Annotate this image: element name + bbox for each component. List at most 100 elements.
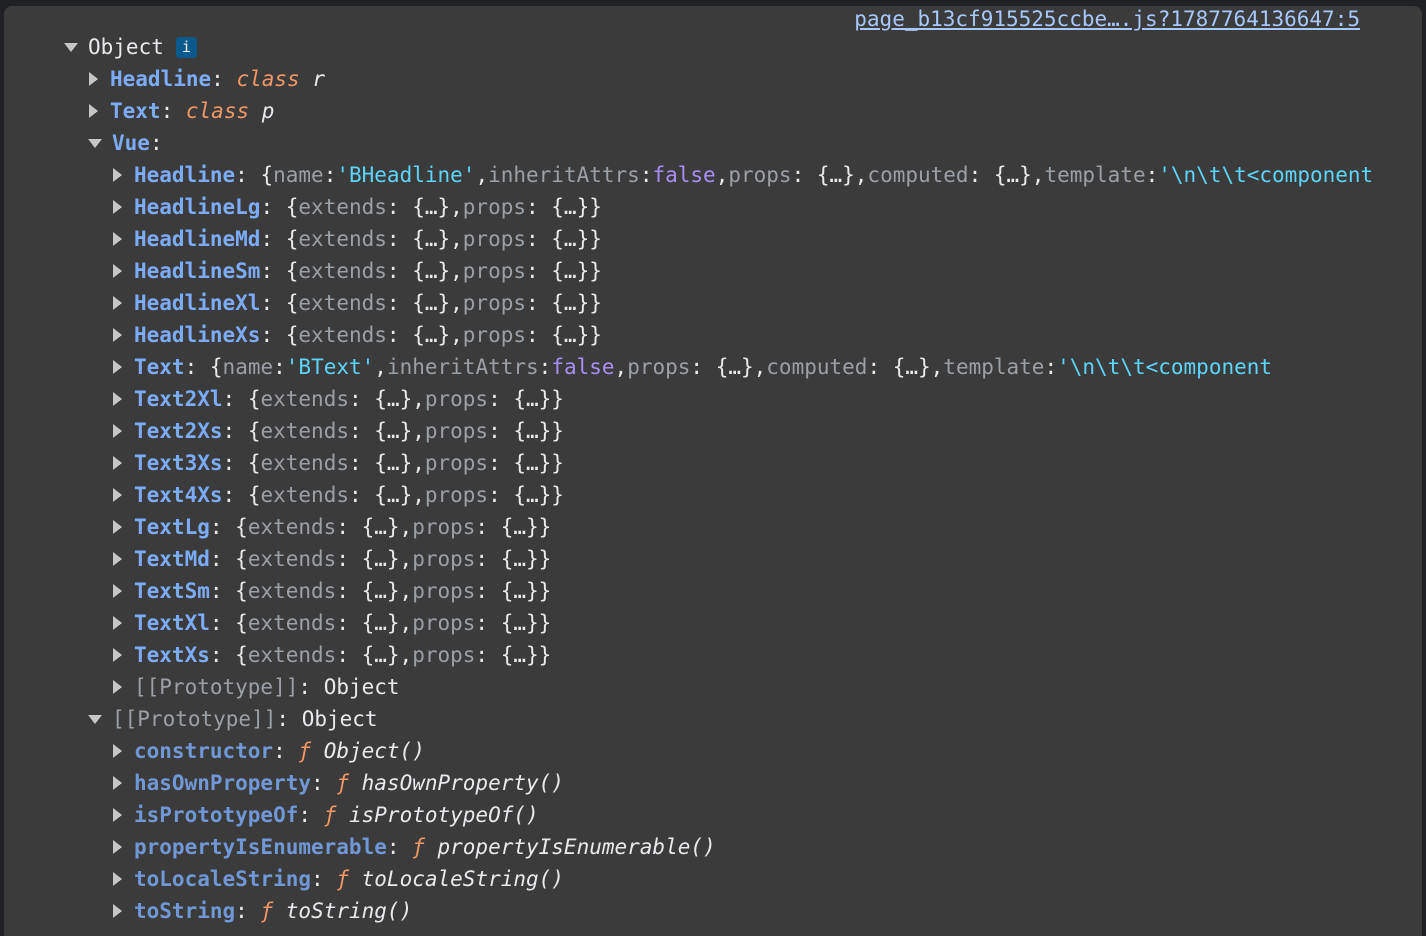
function-icon: ƒ: [336, 867, 349, 891]
tree-row[interactable]: TextXl: {extends: {…}, props: {…}}: [4, 607, 1422, 639]
property-name: props: [424, 483, 489, 507]
triangle-right-icon[interactable]: [113, 840, 122, 854]
triangle-right-icon[interactable]: [113, 360, 122, 374]
function-name: hasOwnProperty(): [361, 771, 564, 795]
triangle-right-icon[interactable]: [113, 168, 122, 182]
property-name: extends: [260, 451, 349, 475]
root-object-label: Object: [88, 35, 164, 59]
tree-row[interactable]: Headline: {name: 'BHeadline', inheritAtt…: [4, 159, 1422, 191]
tree-row[interactable]: Text4Xs: {extends: {…}, props: {…}}: [4, 479, 1422, 511]
triangle-right-icon[interactable]: [113, 648, 122, 662]
triangle-right-icon[interactable]: [113, 392, 122, 406]
tree-row[interactable]: toString: ƒ toString(): [4, 895, 1422, 927]
function-icon: ƒ: [336, 771, 349, 795]
tree-row[interactable]: propertyIsEnumerable: ƒ propertyIsEnumer…: [4, 831, 1422, 863]
tree-row[interactable]: TextSm: {extends: {…}, props: {…}}: [4, 575, 1422, 607]
punctuation: : {…},: [336, 579, 413, 603]
triangle-right-icon[interactable]: [113, 680, 122, 694]
punctuation: :: [1044, 355, 1058, 379]
property-name: inheritAttrs: [386, 355, 539, 379]
tree-row[interactable]: HeadlineLg: {extends: {…}, props: {…}}: [4, 191, 1422, 223]
tree-row[interactable]: Headline: class r: [4, 63, 1422, 95]
punctuation: : {…}}: [488, 419, 564, 443]
tree-row[interactable]: Text: class p: [4, 95, 1422, 127]
triangle-down-icon[interactable]: [88, 714, 102, 724]
tree-row[interactable]: Text2Xs: {extends: {…}, props: {…}}: [4, 415, 1422, 447]
colon: :: [160, 99, 174, 123]
root-object-row[interactable]: Object i: [4, 31, 1422, 63]
property-name: template: [943, 355, 1045, 379]
tree-row[interactable]: TextXs: {extends: {…}, props: {…}}: [4, 639, 1422, 671]
property-key: TextLg: [134, 515, 210, 539]
triangle-right-icon[interactable]: [113, 808, 122, 822]
triangle-right-icon[interactable]: [113, 328, 122, 342]
tree-row[interactable]: HeadlineSm: {extends: {…}, props: {…}}: [4, 255, 1422, 287]
tree-row[interactable]: hasOwnProperty: ƒ hasOwnProperty(): [4, 767, 1422, 799]
tree-row[interactable]: Vue:: [4, 127, 1422, 159]
keyword-class: class: [185, 99, 250, 123]
triangle-right-icon[interactable]: [113, 264, 122, 278]
punctuation: {: [247, 387, 261, 411]
property-key: [[Prototype]]: [134, 675, 299, 699]
tree-row[interactable]: Text3Xs: {extends: {…}, props: {…}}: [4, 447, 1422, 479]
triangle-right-icon[interactable]: [113, 744, 122, 758]
punctuation: {: [235, 579, 248, 603]
function-name: isPrototypeOf(): [349, 803, 539, 827]
triangle-right-icon[interactable]: [113, 520, 122, 534]
property-name: props: [412, 547, 476, 571]
string-value: 'BHeadline': [336, 163, 476, 187]
colon: :: [211, 67, 224, 91]
triangle-right-icon[interactable]: [113, 200, 122, 214]
triangle-right-icon[interactable]: [113, 904, 122, 918]
tree-row[interactable]: HeadlineXl: {extends: {…}, props: {…}}: [4, 287, 1422, 319]
tree-row[interactable]: toLocaleString: ƒ toLocaleString(): [4, 863, 1422, 895]
property-key: Headline: [110, 67, 212, 91]
colon: :: [149, 131, 163, 155]
triangle-right-icon[interactable]: [113, 424, 122, 438]
punctuation: : {…},: [336, 515, 413, 539]
punctuation: : {…}}: [526, 259, 602, 283]
function-icon: ƒ: [298, 739, 312, 763]
tree-row[interactable]: Text2Xl: {extends: {…}, props: {…}}: [4, 383, 1422, 415]
colon: :: [209, 547, 223, 571]
property-name: props: [412, 611, 476, 635]
triangle-right-icon[interactable]: [113, 872, 122, 886]
triangle-right-icon[interactable]: [113, 552, 122, 566]
triangle-right-icon[interactable]: [89, 104, 98, 118]
triangle-right-icon[interactable]: [113, 584, 122, 598]
tree-row[interactable]: HeadlineXs: {extends: {…}, props: {…}}: [4, 319, 1422, 351]
triangle-right-icon[interactable]: [113, 616, 122, 630]
tree-row[interactable]: constructor: ƒ Object(): [4, 735, 1422, 767]
tree-row[interactable]: isPrototypeOf: ƒ isPrototypeOf(): [4, 799, 1422, 831]
triangle-down-icon[interactable]: [64, 42, 78, 52]
triangle-right-icon[interactable]: [113, 776, 122, 790]
property-key: Text2Xl: [134, 387, 223, 411]
tree-row[interactable]: [[Prototype]]: Object: [4, 671, 1422, 703]
property-key: toString: [134, 899, 236, 923]
tree-row[interactable]: TextLg: {extends: {…}, props: {…}}: [4, 511, 1422, 543]
punctuation: : {…},: [867, 355, 944, 379]
triangle-down-icon[interactable]: [88, 138, 102, 148]
tree-row[interactable]: TextMd: {extends: {…}, props: {…}}: [4, 543, 1422, 575]
property-name: props: [462, 291, 526, 315]
triangle-right-icon[interactable]: [89, 72, 98, 86]
colon: :: [222, 419, 236, 443]
punctuation: : {…}}: [475, 643, 552, 667]
colon: :: [235, 163, 248, 187]
triangle-right-icon[interactable]: [113, 232, 122, 246]
triangle-right-icon[interactable]: [113, 488, 122, 502]
property-key: [[Prototype]]: [112, 707, 277, 731]
triangle-right-icon[interactable]: [113, 296, 122, 310]
punctuation: {: [247, 483, 261, 507]
tree-row[interactable]: [[Prototype]]: Object: [4, 703, 1422, 735]
info-icon[interactable]: i: [175, 36, 197, 58]
property-name: props: [412, 515, 476, 539]
triangle-right-icon[interactable]: [113, 456, 122, 470]
property-key: HeadlineMd: [134, 227, 261, 251]
source-link[interactable]: page_b13cf915525ccbe….js?1787764136647:5: [854, 6, 1360, 32]
property-key: TextXl: [134, 611, 210, 635]
property-name: inheritAttrs: [488, 163, 640, 187]
tree-row[interactable]: Text: {name: 'BText', inheritAttrs: fals…: [4, 351, 1422, 383]
tree-row[interactable]: HeadlineMd: {extends: {…}, props: {…}}: [4, 223, 1422, 255]
property-name: extends: [247, 579, 337, 603]
